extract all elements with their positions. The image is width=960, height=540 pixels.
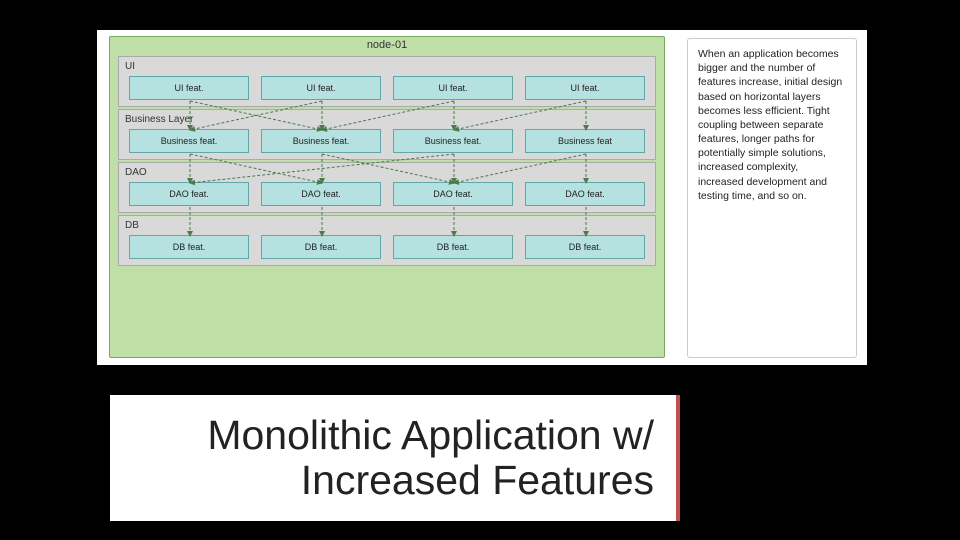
feature-row: UI feat. UI feat. UI feat. UI feat. [123, 76, 651, 100]
feature-box: Business feat. [129, 129, 249, 153]
node-title: node-01 [110, 37, 664, 54]
layer-label: UI [123, 59, 651, 76]
description-text: When an application becomes bigger and t… [698, 48, 842, 202]
feature-box: DAO feat. [525, 182, 645, 206]
feature-box: DAO feat. [393, 182, 513, 206]
feature-row: Business feat. Business feat. Business fea… [123, 129, 651, 153]
feature-box: DB feat. [129, 235, 249, 259]
feature-box: Business feat. [261, 129, 381, 153]
layer-label: Business Layer [123, 112, 651, 129]
layer-db: DBDB feat. DB feat. DB feat. DB feat. [118, 215, 656, 266]
feature-box: DAO feat. [129, 182, 249, 206]
layer-label: DB [123, 218, 651, 235]
title-line-1: Monolithic Application w/ [132, 413, 654, 458]
layer-label: DAO [123, 165, 651, 182]
feature-row: DB feat. DB feat. DB feat. DB feat. [123, 235, 651, 259]
feature-box: DB feat. [393, 235, 513, 259]
feature-row: DAO feat. DAO feat. DAO feat. DAO feat. [123, 182, 651, 206]
layer-business-layer: Business LayerBusiness feat.Business fea… [118, 109, 656, 160]
diagram-canvas: node-01 UIUI feat.UI feat.UI feat.UI fea… [97, 30, 867, 365]
feature-box: UI feat. [261, 76, 381, 100]
feature-box: Business feat. [393, 129, 513, 153]
title-line-2: Increased Features [132, 458, 654, 503]
feature-box: DB feat. [525, 235, 645, 259]
feature-box: UI feat. [393, 76, 513, 100]
feature-box: Business feat [525, 129, 645, 153]
description-sidebar: When an application becomes bigger and t… [687, 38, 857, 358]
feature-box: DB feat. [261, 235, 381, 259]
slide-title: Monolithic Application w/ Increased Feat… [110, 395, 680, 521]
layer-ui: UIUI feat. UI feat. UI feat. UI feat. [118, 56, 656, 107]
feature-box: UI feat. [129, 76, 249, 100]
node-box: node-01 UIUI feat.UI feat.UI feat.UI fea… [109, 36, 665, 358]
feature-box: UI feat. [525, 76, 645, 100]
feature-box: DAO feat. [261, 182, 381, 206]
layer-dao: DAODAO feat. DAO feat. DAO feat. DAO feat. [118, 162, 656, 213]
